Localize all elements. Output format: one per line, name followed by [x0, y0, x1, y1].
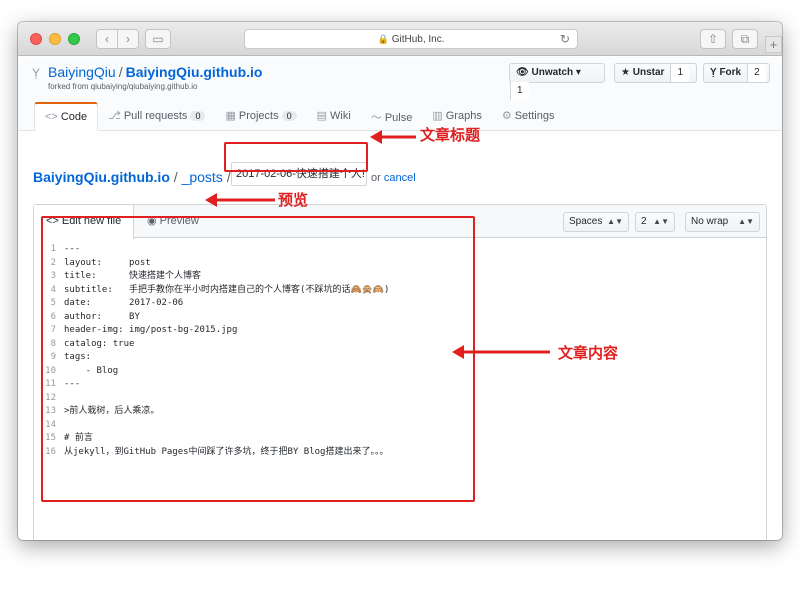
repo-owner-link[interactable]: BaiyingQiu	[48, 64, 116, 80]
tab-graphs-label: Graphs	[445, 110, 482, 122]
pull-request-icon: ⎇	[108, 110, 121, 122]
tab-pull-requests-label: Pull requests	[123, 110, 188, 122]
tab-pull-requests[interactable]: ⎇ Pull requests 0	[98, 102, 215, 131]
forked-from-text[interactable]: forked from qiubaiying/qiubaiying.github…	[48, 82, 197, 91]
pull-requests-counter: 0	[190, 111, 206, 121]
repo-nav-tabs: <> Code ⎇ Pull requests 0 ▦ Projects 0 ▤ Wiki …	[34, 102, 564, 131]
fork-count[interactable]: 2	[747, 64, 766, 82]
lock-icon: 🔒	[377, 34, 389, 44]
tab-wiki[interactable]: ▤ Wiki	[307, 102, 361, 131]
fork-icon: Ỵ	[710, 67, 717, 78]
chevron-left-icon: ‹	[105, 32, 109, 46]
share-icon: ⇧	[707, 32, 719, 46]
zoom-window-button[interactable]	[68, 33, 80, 45]
repo-title-separator: /	[118, 64, 123, 80]
projects-counter: 0	[281, 111, 297, 121]
fork-button[interactable]: Ỵ Fork 2	[703, 63, 770, 83]
sidebar-icon: ▭	[152, 32, 164, 46]
star-count[interactable]: 1	[670, 64, 689, 82]
tabs-icon: ⧉	[740, 32, 750, 46]
tab-projects-label: Projects	[238, 110, 279, 122]
select-arrows-icon: ▲▼	[607, 217, 623, 226]
graph-icon: ▥	[432, 110, 443, 122]
wrap-mode-value: No wrap	[691, 216, 729, 227]
forward-button[interactable]: ›	[117, 29, 139, 49]
indent-size-value: 2	[641, 216, 647, 227]
tab-pulse-label: Pulse	[384, 112, 413, 124]
unwatch-label: Unwatch ▾	[531, 67, 581, 78]
indent-mode-value: Spaces	[569, 216, 603, 227]
unstar-button[interactable]: ★ Unstar 1	[614, 63, 697, 83]
breadcrumb-repo-link[interactable]: BaiyingQiu.github.io	[33, 169, 170, 185]
repo-forked-icon: Ỵ	[32, 66, 41, 80]
pulse-icon: 〜	[370, 112, 382, 124]
watch-count[interactable]: 1	[510, 82, 529, 100]
select-arrows-icon: ▲▼	[653, 217, 669, 226]
address-bar[interactable]: 🔒 GitHub, Inc. ↻	[244, 29, 578, 49]
title-annotation-arrow	[370, 130, 416, 144]
share-button[interactable]: ⇧	[700, 29, 726, 49]
back-button[interactable]: ‹	[96, 29, 118, 49]
tab-settings-label: Settings	[514, 110, 555, 122]
reload-icon[interactable]: ↻	[560, 30, 570, 48]
eye-icon: 👁	[516, 67, 529, 78]
sidebar-toggle-button[interactable]: ▭	[145, 29, 171, 49]
browser-toolbar: ‹ › ▭ 🔒 GitHub, Inc. ↻ ⇧ ⧉	[18, 22, 782, 56]
tab-settings[interactable]: ⚙ Settings	[492, 102, 565, 131]
unstar-label: Unstar	[632, 67, 665, 78]
fork-label: Fork	[719, 67, 742, 78]
repo-header: Ỵ BaiyingQiu / BaiyingQiu.github.io forked…	[18, 57, 782, 131]
show-tabs-button[interactable]: ⧉	[732, 29, 758, 49]
breadcrumb-posts-link[interactable]: _posts	[182, 169, 223, 185]
cancel-link[interactable]: cancel	[384, 172, 416, 184]
repo-name-link[interactable]: BaiyingQiu.github.io	[126, 64, 263, 80]
content-annotation-label: 文章内容	[558, 344, 619, 362]
tab-wiki-label: Wiki	[330, 110, 351, 122]
preview-annotation-arrow	[205, 193, 275, 207]
indent-mode-select[interactable]: Spaces ▲▼	[563, 212, 629, 232]
gear-icon: ⚙	[501, 110, 512, 122]
tab-code[interactable]: <> Code	[34, 102, 99, 131]
breadcrumb-separator: /	[169, 169, 182, 185]
star-icon: ★	[621, 67, 630, 78]
wrap-mode-select[interactable]: No wrap ▲▼	[685, 212, 760, 232]
breadcrumb: BaiyingQiu.github.io / _posts /	[33, 169, 231, 185]
tab-code-label: Code	[60, 111, 88, 123]
new-tab-button[interactable]: +	[765, 36, 782, 53]
title-annotation-box	[224, 142, 368, 172]
close-window-button[interactable]	[30, 33, 42, 45]
content-annotation-box	[41, 216, 475, 502]
minimize-window-button[interactable]	[49, 33, 61, 45]
preview-annotation-label: 预览	[278, 191, 309, 209]
chevron-right-icon: ›	[126, 32, 130, 46]
title-annotation-label: 文章标题	[420, 126, 481, 144]
wiki-icon: ▤	[316, 110, 328, 122]
cancel-or-text: or	[371, 172, 381, 184]
unwatch-button[interactable]: 👁 Unwatch ▾1	[509, 63, 605, 100]
repo-title: BaiyingQiu / BaiyingQiu.github.io	[48, 64, 262, 80]
tab-projects[interactable]: ▦ Projects 0	[215, 102, 306, 131]
cancel-text: or cancel	[371, 172, 416, 184]
address-text: GitHub, Inc.	[391, 34, 445, 45]
code-icon: <>	[45, 111, 58, 123]
select-arrows-icon: ▲▼	[738, 217, 754, 226]
content-annotation-arrow	[452, 345, 550, 359]
indent-size-select[interactable]: 2 ▲▼	[635, 212, 675, 232]
projects-icon: ▦	[225, 110, 236, 122]
